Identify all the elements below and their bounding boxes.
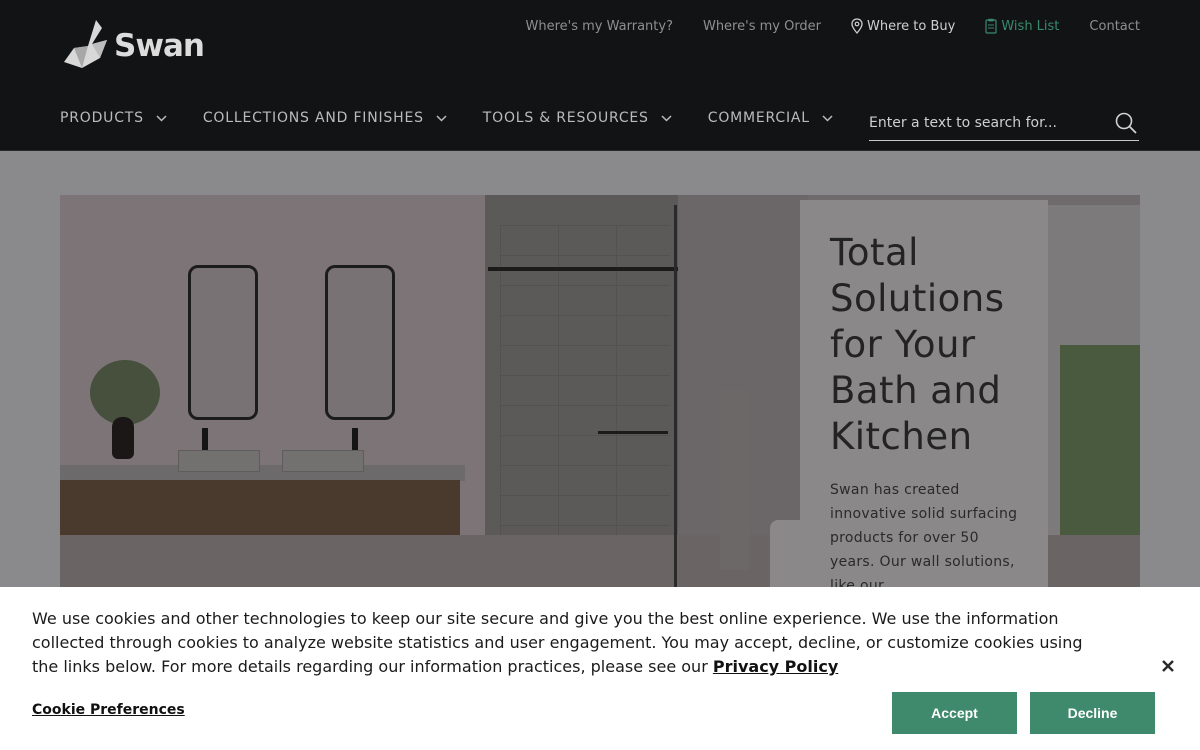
warranty-link[interactable]: Where's my Warranty? <box>526 19 673 34</box>
nav-commercial-label: COMMERCIAL <box>707 110 810 126</box>
chevron-down-icon <box>436 114 447 122</box>
where-to-buy-label: Where to Buy <box>867 18 956 34</box>
nav-products[interactable]: PRODUCTS <box>60 110 167 126</box>
chevron-down-icon <box>822 114 833 122</box>
swan-logo-icon <box>62 18 112 74</box>
cookie-banner: We use cookies and other technologies to… <box>0 587 1200 750</box>
hero-body-text: Swan has created innovative solid surfac… <box>830 482 1018 594</box>
order-link[interactable]: Where's my Order <box>703 19 821 34</box>
nav-collections[interactable]: COLLECTIONS AND FINISHES <box>203 110 447 126</box>
clipboard-icon <box>985 18 997 34</box>
privacy-policy-link[interactable]: Privacy Policy <box>713 657 838 676</box>
warranty-link-label: Where's my Warranty? <box>525 18 673 34</box>
cookie-message: We use cookies and other technologies to… <box>32 607 1092 679</box>
nav-commercial[interactable]: COMMERCIAL <box>708 110 833 126</box>
nav-products-label: PRODUCTS <box>60 110 144 126</box>
logo-link[interactable]: Swan <box>62 18 205 74</box>
hero-text-card: Total Solutions for Your Bath and Kitche… <box>800 200 1048 615</box>
close-icon[interactable] <box>1157 655 1179 677</box>
nav-tools-label: TOOLS & RESOURCES <box>482 110 649 126</box>
main-nav: PRODUCTS COLLECTIONS AND FINISHES TOOLS … <box>60 110 869 126</box>
chevron-down-icon <box>156 114 167 122</box>
search-icon[interactable] <box>1113 110 1139 136</box>
contact-link[interactable]: Contact <box>1089 19 1140 34</box>
search-bar <box>869 106 1139 141</box>
site-header: Swan Where's my Warranty? Where's my Ord… <box>0 0 1200 151</box>
order-link-label: Where's my Order <box>702 18 822 34</box>
wish-list-label: Wish List <box>1001 18 1060 34</box>
cookie-message-text: We use cookies and other technologies to… <box>32 609 1083 676</box>
hero-banner: Total Solutions for Your Bath and Kitche… <box>60 195 1140 615</box>
nav-tools[interactable]: TOOLS & RESOURCES <box>483 110 672 126</box>
chevron-down-icon <box>661 114 672 122</box>
search-input[interactable] <box>869 115 1099 131</box>
utility-nav: Where's my Warranty? Where's my Order Wh… <box>496 18 1140 34</box>
wish-list-link[interactable]: Wish List <box>985 18 1059 34</box>
accept-button[interactable]: Accept <box>892 692 1017 734</box>
where-to-buy-link[interactable]: Where to Buy <box>851 18 955 34</box>
decline-button[interactable]: Decline <box>1030 692 1155 734</box>
logo-text: Swan <box>114 28 205 64</box>
cookie-preferences-link[interactable]: Cookie Preferences <box>32 702 185 718</box>
contact-link-label: Contact <box>1089 18 1140 34</box>
map-pin-icon <box>851 18 863 34</box>
hero-title: Total Solutions for Your Bath and Kitche… <box>830 231 1005 458</box>
nav-collections-label: COLLECTIONS AND FINISHES <box>202 110 424 126</box>
